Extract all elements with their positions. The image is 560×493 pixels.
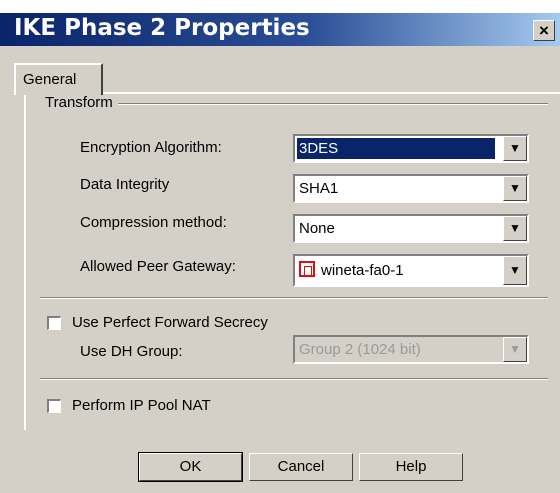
ip-pool-nat-checkbox[interactable]	[47, 399, 61, 413]
encryption-algorithm-label: Encryption Algorithm:	[80, 139, 222, 156]
ok-button[interactable]: OK	[138, 452, 243, 482]
compression-method-value: None	[299, 220, 335, 237]
encryption-algorithm-value: 3DES	[297, 138, 495, 159]
close-button[interactable]: ×	[533, 20, 555, 41]
help-button[interactable]: Help	[359, 453, 463, 481]
dh-group-value: Group 2 (1024 bit)	[299, 341, 421, 358]
data-integrity-label: Data Integrity	[80, 176, 170, 193]
compression-method-label: Compression method:	[80, 214, 227, 231]
title-bar: IKE Phase 2 Properties ×	[0, 13, 560, 46]
pfs-checkbox[interactable]	[47, 316, 61, 330]
allowed-peer-gateway-value: wineta-fa0-1	[321, 262, 404, 279]
window-title: IKE Phase 2 Properties	[14, 15, 310, 41]
dh-group-label: Use DH Group:	[80, 343, 183, 360]
data-integrity-value: SHA1	[299, 180, 339, 197]
tab-general[interactable]: General	[14, 63, 103, 95]
gateway-icon	[299, 261, 315, 277]
cancel-button[interactable]: Cancel	[249, 453, 353, 481]
allowed-peer-gateway-select[interactable]: wineta-fa0-1 ▼	[293, 254, 529, 287]
allowed-peer-gateway-label: Allowed Peer Gateway:	[80, 258, 236, 275]
divider	[40, 378, 548, 380]
ip-pool-nat-label[interactable]: Perform IP Pool NAT	[72, 397, 211, 414]
pfs-checkbox-label[interactable]: Use Perfect Forward Secrecy	[72, 314, 268, 331]
chevron-down-icon[interactable]: ▼	[503, 337, 527, 362]
compression-method-select[interactable]: None ▼	[293, 214, 529, 243]
chevron-down-icon[interactable]: ▼	[503, 256, 527, 285]
dh-group-select[interactable]: Group 2 (1024 bit) ▼	[293, 335, 529, 364]
transform-group-label: Transform	[45, 94, 116, 111]
encryption-algorithm-select[interactable]: 3DES ▼	[293, 134, 529, 163]
data-integrity-select[interactable]: SHA1 ▼	[293, 174, 529, 203]
chevron-down-icon[interactable]: ▼	[503, 216, 527, 241]
chevron-down-icon[interactable]: ▼	[503, 136, 527, 161]
transform-group-divider	[118, 103, 548, 105]
divider	[40, 297, 548, 299]
chevron-down-icon[interactable]: ▼	[503, 176, 527, 201]
